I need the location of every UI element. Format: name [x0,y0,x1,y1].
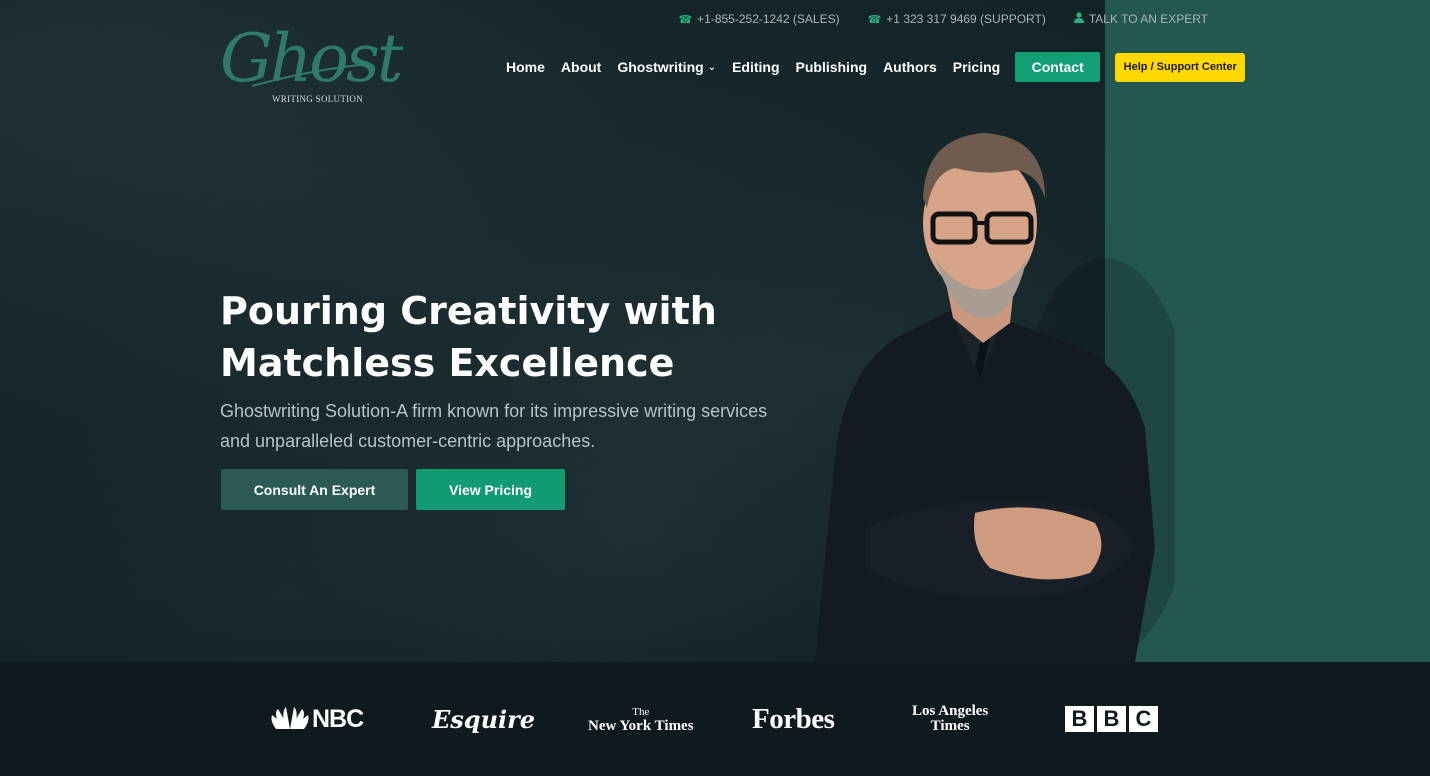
logo-subtitle: WRITING SOLUTION [272,94,364,104]
hero-person-image [815,133,1175,662]
view-pricing-button[interactable]: View Pricing [416,469,565,510]
bbc-letter: C [1129,706,1158,732]
talk-to-expert-text: TALK TO AN EXPERT [1088,12,1208,26]
nyt-the-text: The [632,706,650,718]
contact-button[interactable]: Contact [1015,52,1101,82]
nbc-text: NBC [312,704,364,733]
top-contact-bar: ☎ +1-855-252-1242 (SALES) ☎ +1 323 317 9… [678,12,1208,26]
help-support-button[interactable]: Help / Support Center [1115,52,1246,82]
support-phone-text: +1 323 317 9469 (SUPPORT) [886,12,1046,26]
nav-about-label: About [560,59,602,75]
support-phone-link[interactable]: ☎ +1 323 317 9469 (SUPPORT) [868,12,1046,26]
forbes-logo: Forbes [752,662,835,776]
hero-subtitle-line2: and unparalleled customer-centric approa… [220,431,596,451]
la-times-logo: Los Angeles Times [912,662,988,776]
hero-title: Pouring Creativity with Matchless Excell… [220,285,740,389]
nav-home-label: Home [506,59,545,75]
main-nav: Home About Ghostwriting ⌄ Editing Publish… [506,52,1246,82]
la-times-line1: Los Angeles [912,703,989,719]
nav-pricing-label: Pricing [952,59,1001,75]
bbc-letter: B [1097,706,1126,732]
hero-title-line1: Pouring Creativity with [220,289,717,333]
nbc-peacock-icon [271,707,309,729]
nav-authors-label: Authors [883,59,937,75]
press-logos-bar: NBC Esquire The New York Times Forbes Lo… [0,662,1430,776]
nyt-text: New York Times [588,718,694,734]
nav-editing-label: Editing [732,59,780,75]
bbc-letter: B [1065,706,1094,732]
phone-icon: ☎ [867,13,882,26]
nyt-logo: The New York Times [588,662,694,776]
hero-section: ☎ +1-855-252-1242 (SALES) ☎ +1 323 317 9… [0,0,1430,662]
nav-about[interactable]: About [561,59,601,75]
hero-subtitle-line1: Ghostwriting Solution-A firm known for i… [220,401,768,421]
bbc-logo: B B C [1065,662,1158,776]
nav-ghostwriting-label: Ghostwriting [617,59,704,75]
hero-subtitle: Ghostwriting Solution-A firm known for i… [220,396,790,456]
nav-pricing[interactable]: Pricing [953,59,1000,75]
phone-icon: ☎ [678,13,693,26]
nav-home[interactable]: Home [506,59,545,75]
logo-swoosh [251,63,369,87]
hero-title-line2: Matchless Excellence [220,341,675,385]
talk-to-expert-link[interactable]: TALK TO AN EXPERT [1073,12,1208,26]
nav-publishing-label: Publishing [795,59,868,75]
nav-editing[interactable]: Editing [732,59,779,75]
nbc-logo: NBC [268,662,364,776]
user-icon [1073,12,1084,26]
la-times-line2: Times [930,718,970,734]
sales-phone-link[interactable]: ☎ +1-855-252-1242 (SALES) [678,12,839,26]
forbes-text: Forbes [752,702,835,735]
consult-expert-button[interactable]: Consult An Expert [221,469,408,510]
nav-authors[interactable]: Authors [883,59,937,75]
chevron-down-icon: ⌄ [707,61,717,73]
esquire-logo: Esquire [432,662,535,776]
sales-phone-text: +1-855-252-1242 (SALES) [697,12,840,26]
nav-ghostwriting[interactable]: Ghostwriting ⌄ [617,59,716,75]
site-logo[interactable]: Ghost WRITING SOLUTION [220,20,403,120]
nav-publishing[interactable]: Publishing [796,59,868,75]
esquire-text: Esquire [432,704,536,734]
